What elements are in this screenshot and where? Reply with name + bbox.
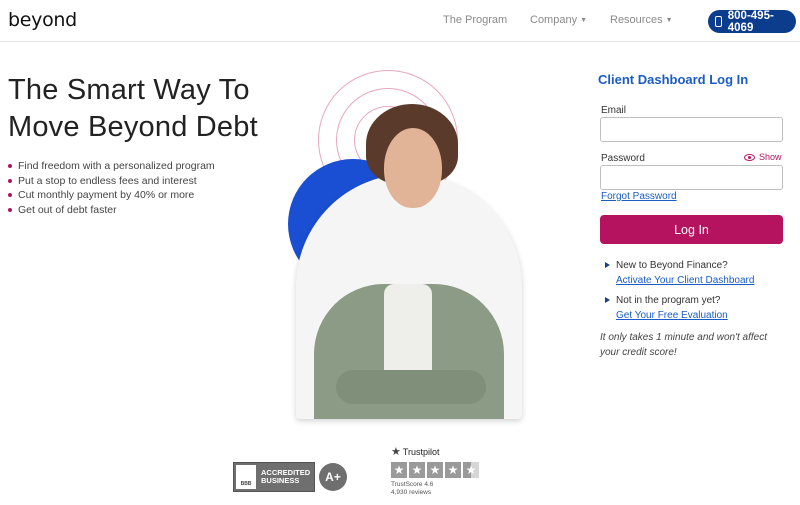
credit-score-note: It only takes 1 minute and won't affect … <box>600 332 768 358</box>
nav-resources[interactable]: Resources ▼ <box>610 14 673 26</box>
caret-right-icon <box>605 297 610 303</box>
caret-right-icon <box>605 262 610 268</box>
trustpilot-badge[interactable]: ★ Trustpilot ★ ★ ★ ★ ★ TrustScore 4.6 4,… <box>391 445 481 497</box>
password-label: Password <box>601 153 645 164</box>
trustpilot-name: Trustpilot <box>402 446 440 457</box>
email-label: Email <box>601 105 627 116</box>
password-field[interactable] <box>600 165 783 190</box>
hero-title: The Smart Way To Move Beyond Debt <box>8 72 258 146</box>
eye-icon <box>744 153 755 161</box>
login-button[interactable]: Log In <box>600 215 783 244</box>
bbb-logo-icon: BBB <box>236 465 256 489</box>
person-crossed-arms <box>336 370 486 404</box>
login-title: Client Dashboard Log In <box>598 72 749 87</box>
site-header: beyond The Program Company ▼ Resources ▼ 8… <box>0 0 800 42</box>
bbb-accredited-box: BBB ACCREDITED BUSINESS <box>233 462 315 492</box>
benefit-item: Put a stop to endless fees and interest <box>8 174 215 189</box>
beyond-logo[interactable]: beyond <box>8 9 77 31</box>
nav-company-label: Company <box>530 14 578 26</box>
review-count: 4,930 reviews <box>391 489 432 496</box>
trustpilot-header: ★ Trustpilot <box>391 445 481 458</box>
person-portrait <box>296 104 522 230</box>
benefit-item: Cut monthly payment by 40% or more <box>8 188 215 203</box>
phone-number: 800-495-4069 <box>727 9 774 34</box>
benefit-list: Find freedom with a personalized program… <box>8 159 215 217</box>
benefit-item: Get out of debt faster <box>8 203 215 218</box>
email-field[interactable] <box>600 117 783 142</box>
not-enrolled-prompt: Not in the program yet? <box>616 295 721 306</box>
benefit-item: Find freedom with a personalized program <box>8 159 215 174</box>
free-evaluation-link[interactable]: Get Your Free Evaluation <box>616 310 728 321</box>
activate-dashboard-link[interactable]: Activate Your Client Dashboard <box>616 275 754 286</box>
hero-image <box>284 64 534 424</box>
trustpilot-star-icon: ★ <box>391 446 401 458</box>
hero-title-line-2: Move Beyond Debt <box>8 111 258 143</box>
trustpilot-stars: ★ ★ ★ ★ ★ <box>391 462 481 478</box>
trustscore-text: TrustScore 4.6 <box>391 481 434 488</box>
nav-company[interactable]: Company ▼ <box>530 14 587 26</box>
half-star-icon: ★ <box>463 462 479 478</box>
star-icon: ★ <box>445 462 461 478</box>
person-face <box>384 128 442 208</box>
show-label: Show <box>759 152 782 162</box>
hero-title-line-1: The Smart Way To <box>8 74 250 106</box>
person-shirt <box>384 284 432 374</box>
bbb-accredited-text: ACCREDITED BUSINESS <box>261 469 310 485</box>
chevron-down-icon: ▼ <box>665 17 673 24</box>
phone-icon <box>715 16 722 27</box>
star-icon: ★ <box>427 462 443 478</box>
new-user-prompt: New to Beyond Finance? <box>616 260 728 271</box>
show-password-toggle[interactable]: Show <box>744 152 782 162</box>
trustpilot-score: TrustScore 4.6 4,930 reviews <box>391 481 481 497</box>
nav-resources-label: Resources <box>610 14 663 26</box>
chevron-down-icon: ▼ <box>580 17 588 24</box>
star-icon: ★ <box>391 462 407 478</box>
forgot-password-link[interactable]: Forgot Password <box>601 191 677 202</box>
bbb-grade: A+ <box>319 463 347 491</box>
star-icon: ★ <box>409 462 425 478</box>
nav-the-program[interactable]: The Program <box>443 14 507 26</box>
bbb-badge[interactable]: BBB ACCREDITED BUSINESS A+ <box>233 462 347 492</box>
bbb-line-2: BUSINESS <box>261 476 300 485</box>
nav-the-program-label: The Program <box>443 14 508 26</box>
phone-button[interactable]: 800-495-4069 <box>708 9 796 34</box>
